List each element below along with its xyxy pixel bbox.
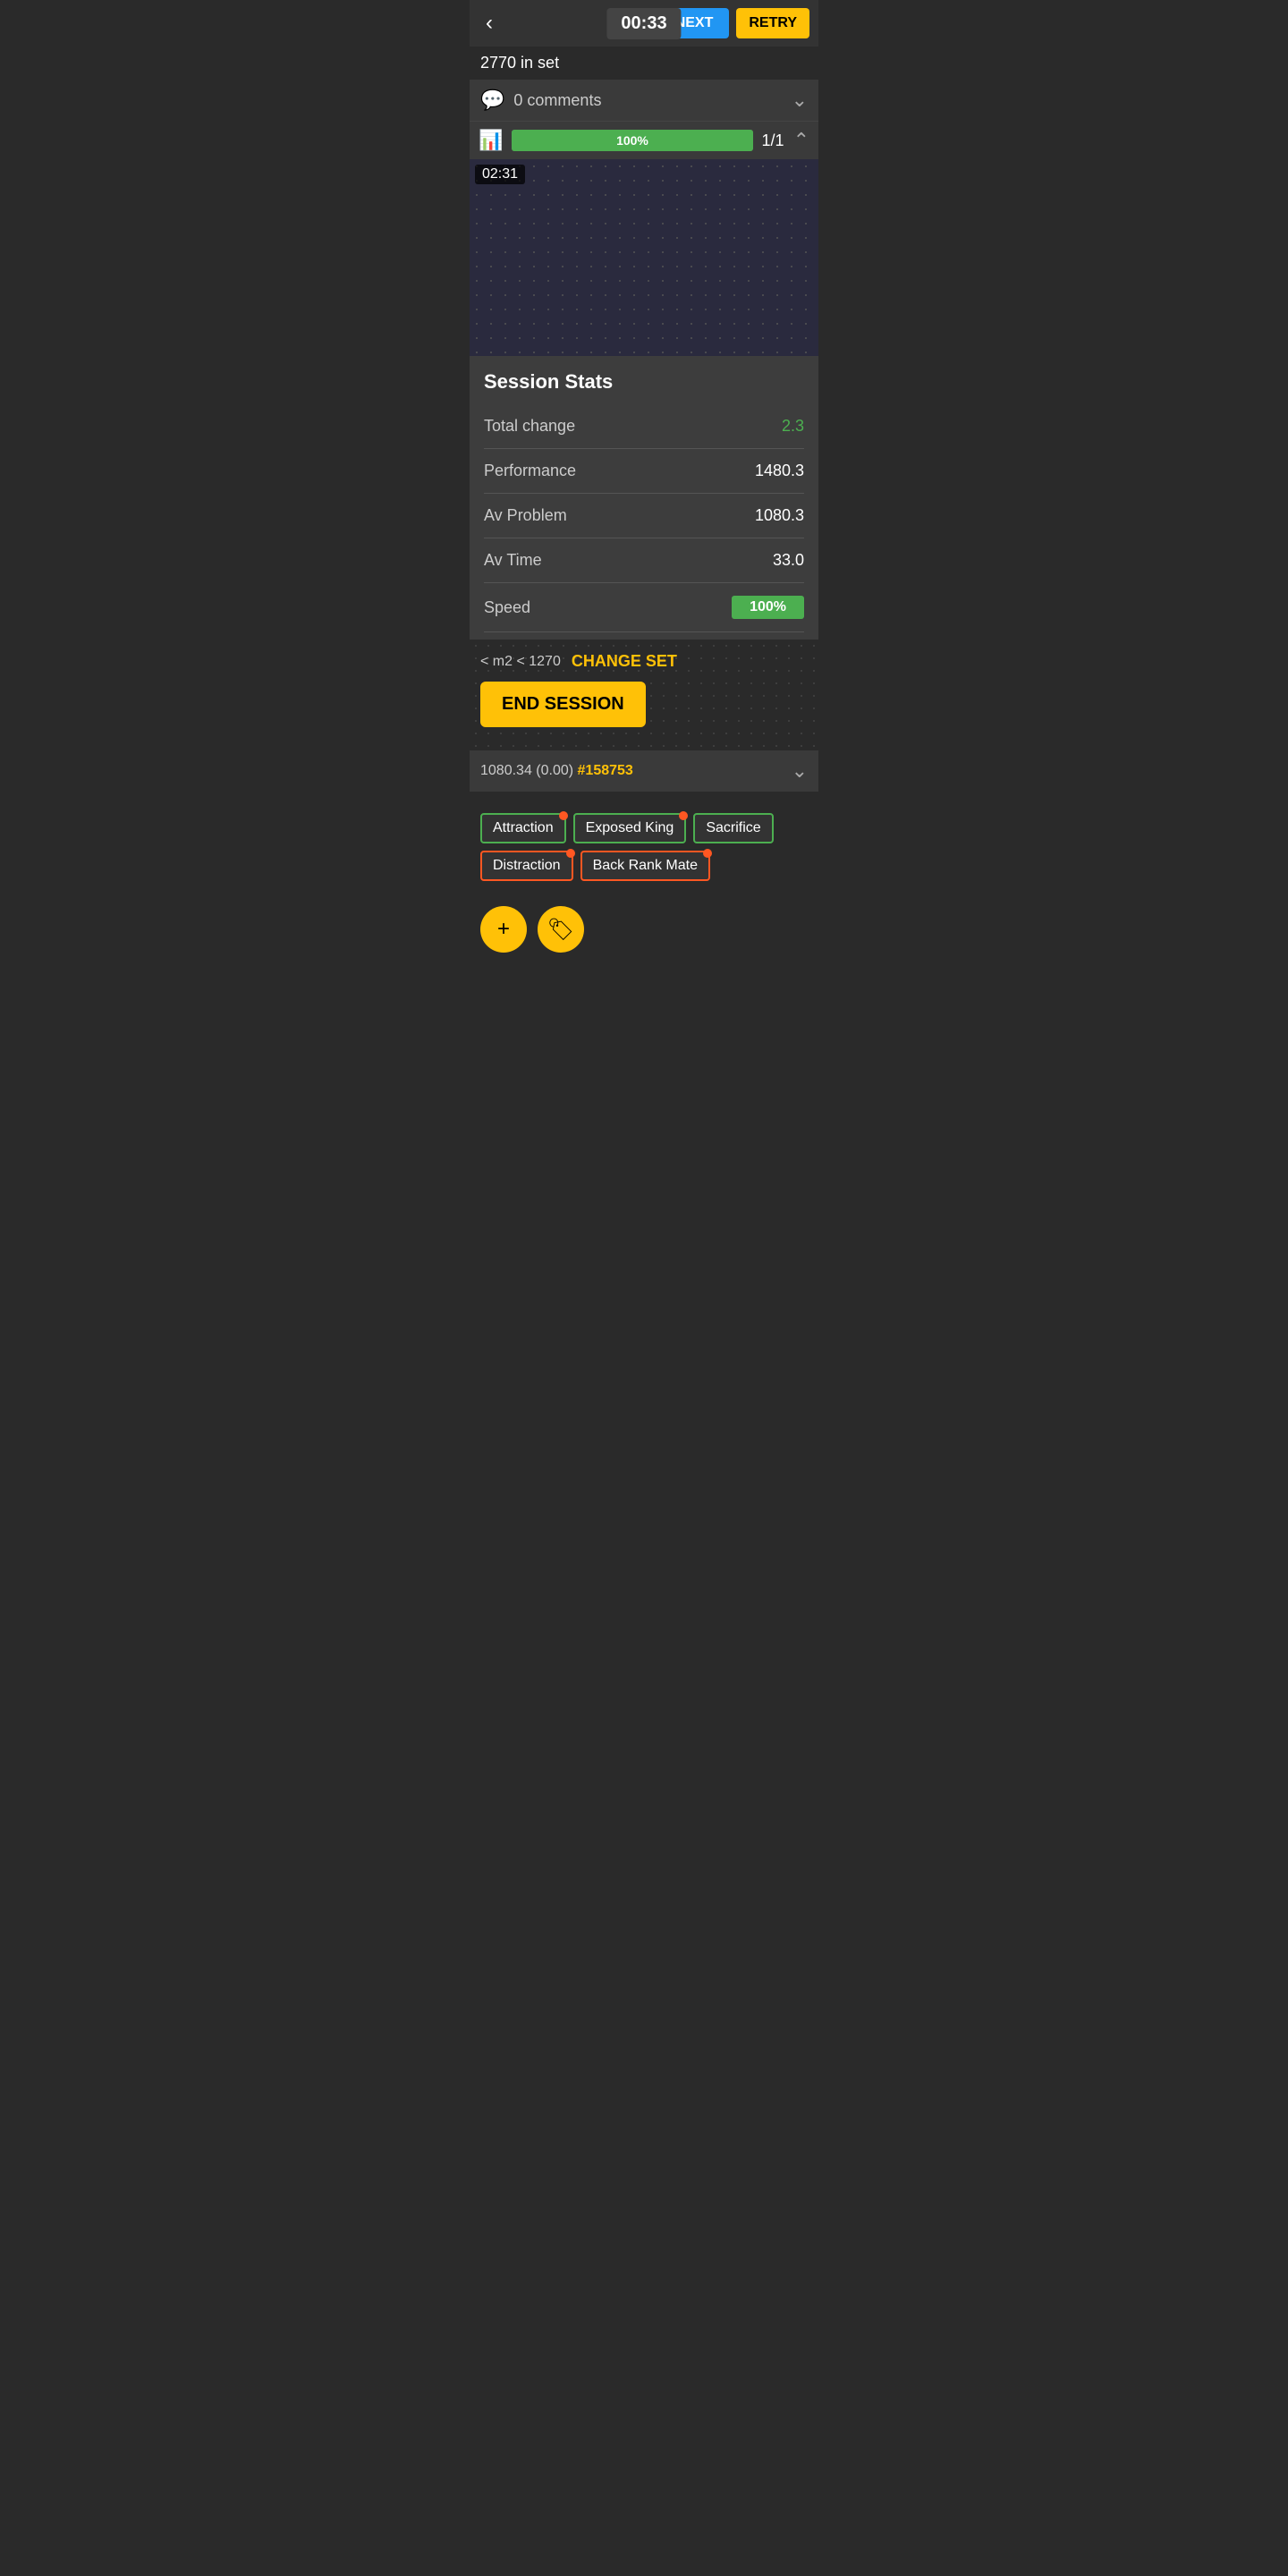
- stat-label-av-problem: Av Problem: [484, 506, 567, 525]
- stat-label-av-time: Av Time: [484, 551, 542, 570]
- stat-label-speed: Speed: [484, 598, 530, 617]
- card-info-row: 1080.34 (0.00) #158753 ⌄: [470, 750, 818, 792]
- end-session-button[interactable]: END SESSION: [480, 682, 646, 727]
- stat-row-av-problem: Av Problem 1080.3: [484, 494, 804, 538]
- timer-display: 00:33: [606, 8, 681, 39]
- card-info-score: 1080.34 (0.00): [480, 763, 573, 778]
- speed-bar: 100%: [732, 596, 804, 619]
- tag-exposed-king[interactable]: Exposed King: [573, 813, 687, 843]
- card-info-text: 1080.34 (0.00) #158753: [480, 763, 633, 779]
- set-filter-text: < m2 < 1270: [480, 654, 561, 670]
- tag-back-rank-mate[interactable]: Back Rank Mate: [580, 851, 710, 881]
- stat-value-av-time: 33.0: [773, 551, 804, 570]
- progress-row: 📊 100% 1/1 ⌃: [470, 122, 818, 159]
- tag-dot-back-rank-mate: [703, 849, 712, 858]
- stat-value-av-problem: 1080.3: [755, 506, 804, 525]
- chart-area: 02:31: [470, 159, 818, 356]
- comment-icon: 💬: [480, 89, 504, 112]
- bottom-area: < m2 < 1270 CHANGE SET END SESSION: [470, 640, 818, 750]
- tags-container: Attraction Exposed King Sacrifice Distra…: [470, 799, 818, 892]
- stats-section: Session Stats Total change 2.3 Performan…: [470, 356, 818, 640]
- retry-button[interactable]: RETRY: [736, 8, 809, 38]
- chart-icon: 📊: [479, 129, 503, 152]
- tag-distraction[interactable]: Distraction: [480, 851, 573, 881]
- progress-bar-fill: 100%: [512, 130, 752, 151]
- set-info-text: 2770 in set: [480, 54, 559, 72]
- header: ‹ 00:33 NEXT RETRY: [470, 0, 818, 47]
- tag-attraction[interactable]: Attraction: [480, 813, 566, 843]
- progress-fraction: 1/1: [762, 131, 784, 150]
- stat-row-performance: Performance 1480.3: [484, 449, 804, 494]
- stat-row-av-time: Av Time 33.0: [484, 538, 804, 583]
- fab-row: + 🏷: [470, 892, 818, 967]
- chart-background: [470, 159, 818, 356]
- card-info-chevron-icon[interactable]: ⌄: [792, 759, 808, 783]
- set-info: 2770 in set: [470, 47, 818, 80]
- progress-percent: 100%: [616, 133, 648, 148]
- card-info-link[interactable]: #158753: [578, 763, 633, 778]
- tag-sacrifice[interactable]: Sacrifice: [693, 813, 773, 843]
- progress-chevron-icon[interactable]: ⌃: [793, 129, 809, 152]
- comments-bar[interactable]: 💬 0 comments ⌄: [470, 80, 818, 122]
- back-button[interactable]: ‹: [479, 7, 500, 39]
- tag-dot-distraction: [566, 849, 575, 858]
- set-filter-row: < m2 < 1270 CHANGE SET: [480, 652, 808, 671]
- tag-dot-attraction: [559, 811, 568, 820]
- stat-row-speed: Speed 100%: [484, 583, 804, 632]
- stat-label-total-change: Total change: [484, 417, 575, 436]
- add-fab-button[interactable]: +: [480, 906, 527, 953]
- tag-dot-exposed-king: [679, 811, 688, 820]
- stat-label-performance: Performance: [484, 462, 576, 480]
- comments-chevron-icon[interactable]: ⌄: [792, 89, 808, 112]
- progress-bar-container: 100%: [512, 130, 752, 151]
- comments-left: 💬 0 comments: [480, 89, 601, 112]
- change-set-button[interactable]: CHANGE SET: [566, 652, 682, 671]
- tag-fab-button[interactable]: 🏷: [538, 906, 584, 953]
- comments-text: 0 comments: [513, 91, 601, 110]
- tags-row: Attraction Exposed King Sacrifice Distra…: [480, 806, 808, 885]
- speed-value: 100%: [750, 599, 786, 614]
- header-buttons: NEXT RETRY: [659, 8, 809, 38]
- stat-row-total-change: Total change 2.3: [484, 404, 804, 449]
- stat-value-performance: 1480.3: [755, 462, 804, 480]
- stats-title: Session Stats: [484, 370, 804, 394]
- chart-timestamp: 02:31: [475, 165, 525, 184]
- stat-value-total-change: 2.3: [782, 417, 804, 436]
